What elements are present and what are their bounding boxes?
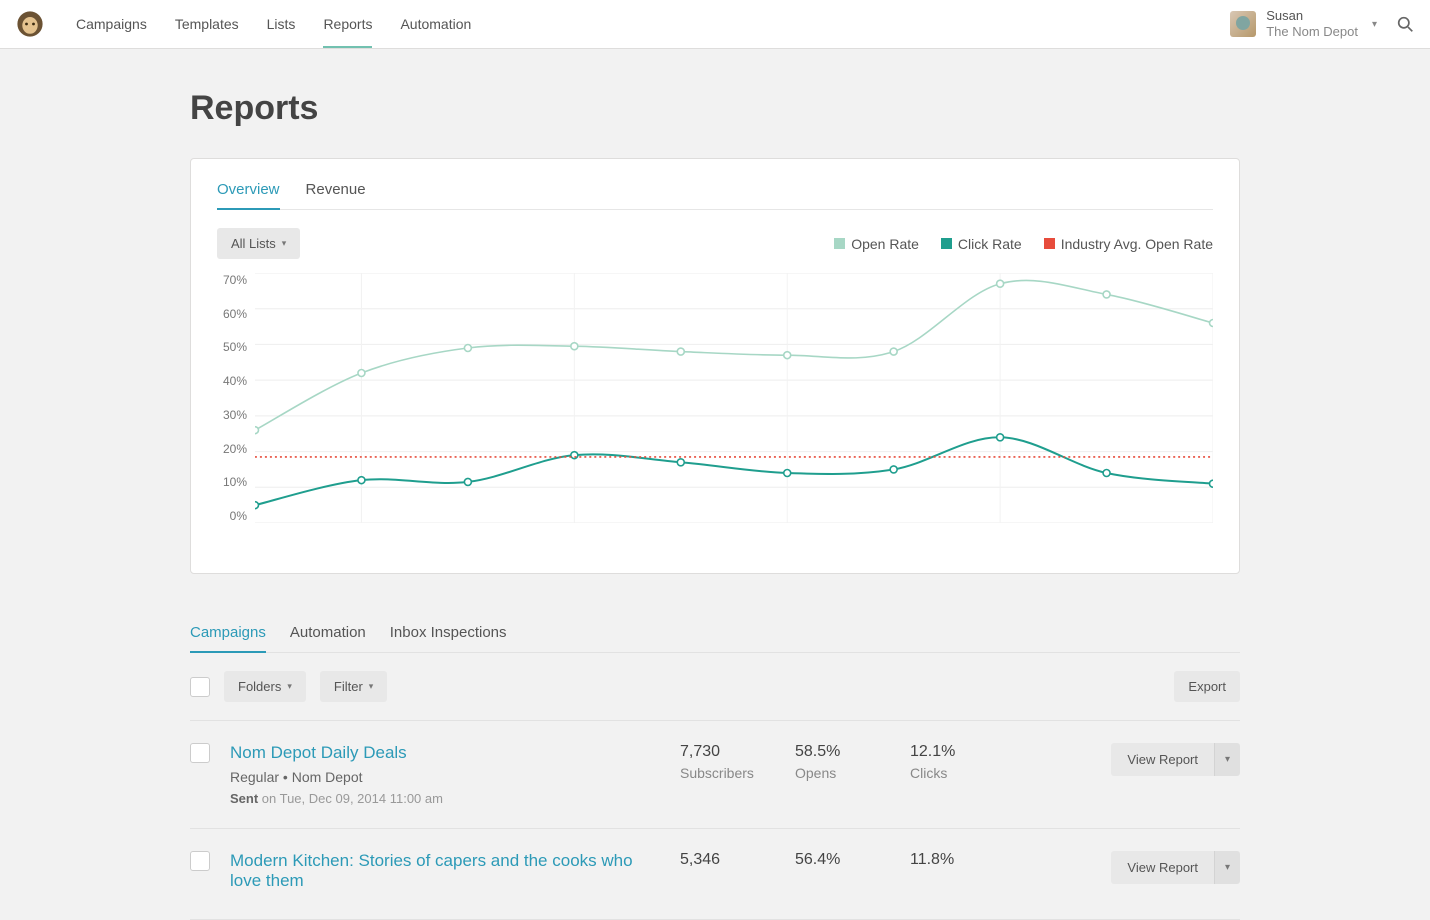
stat: 58.5% Opens <box>795 743 890 781</box>
ytick: 10% <box>217 475 247 489</box>
nav-reports[interactable]: Reports <box>323 0 372 48</box>
chart-legend: Open Rate Click Rate Industry Avg. Open … <box>834 236 1213 252</box>
stat-label: Opens <box>795 765 890 781</box>
user-text: Susan The Nom Depot <box>1266 8 1358 39</box>
user-menu[interactable]: Susan The Nom Depot ▾ <box>1230 8 1377 39</box>
stat: 56.4% <box>795 851 890 869</box>
export-button[interactable]: Export <box>1174 671 1240 702</box>
legend-label: Click Rate <box>958 236 1022 252</box>
chart-svg <box>255 273 1213 523</box>
report-list-tabs: Campaigns Automation Inbox Inspections <box>190 624 1240 653</box>
search-icon[interactable] <box>1397 16 1414 33</box>
lists-dropdown-label: All Lists <box>231 236 276 251</box>
nav-campaigns[interactable]: Campaigns <box>76 0 147 48</box>
tab-inbox-inspections[interactable]: Inbox Inspections <box>390 624 507 652</box>
swatch-icon <box>941 238 952 249</box>
ytick: 60% <box>217 307 247 321</box>
tab-revenue[interactable]: Revenue <box>306 181 366 209</box>
topbar: Campaigns Templates Lists Reports Automa… <box>0 0 1430 49</box>
tab-overview[interactable]: Overview <box>217 181 280 210</box>
chevron-down-icon: ▾ <box>287 681 292 692</box>
legend-open-rate: Open Rate <box>834 236 919 252</box>
stat-label: Clicks <box>910 765 1005 781</box>
ytick: 30% <box>217 408 247 422</box>
chevron-down-icon: ▾ <box>1372 19 1377 30</box>
nav-templates[interactable]: Templates <box>175 0 239 48</box>
list-toolbar: Folders ▾ Filter ▾ Export <box>190 653 1240 721</box>
stat: 5,346 <box>680 851 775 869</box>
overview-card: Overview Revenue All Lists ▾ Open Rate C… <box>190 158 1240 574</box>
row-action-dropdown[interactable]: ▾ <box>1214 743 1240 776</box>
row-sent: Sent on Tue, Dec 09, 2014 11:00 am <box>230 791 660 806</box>
ytick: 20% <box>217 442 247 456</box>
folders-label: Folders <box>238 679 281 694</box>
card-tabs: Overview Revenue <box>217 181 1213 210</box>
avatar <box>1230 11 1256 37</box>
filter-label: Filter <box>334 679 363 694</box>
select-all-checkbox[interactable] <box>190 677 210 697</box>
ytick: 50% <box>217 340 247 354</box>
row-title-link[interactable]: Modern Kitchen: Stories of capers and th… <box>230 851 660 891</box>
legend-click-rate: Click Rate <box>941 236 1022 252</box>
nav-lists[interactable]: Lists <box>267 0 296 48</box>
swatch-icon <box>1044 238 1055 249</box>
user-company: The Nom Depot <box>1266 24 1358 40</box>
stat: 12.1% Clicks <box>910 743 1005 781</box>
y-axis-labels: 70% 60% 50% 40% 30% 20% 10% 0% <box>217 273 247 523</box>
ytick: 0% <box>217 509 247 523</box>
row-action: View Report ▾ <box>1111 851 1240 884</box>
legend-label: Open Rate <box>851 236 919 252</box>
row-checkbox[interactable] <box>190 743 210 763</box>
stat-value: 56.4% <box>795 851 890 869</box>
stat-value: 58.5% <box>795 743 890 761</box>
main-nav: Campaigns Templates Lists Reports Automa… <box>76 0 1230 48</box>
chevron-down-icon: ▾ <box>282 238 287 249</box>
legend-industry-avg: Industry Avg. Open Rate <box>1044 236 1213 252</box>
report-row: Nom Depot Daily Deals Regular • Nom Depo… <box>190 721 1240 829</box>
stat-value: 12.1% <box>910 743 1005 761</box>
row-title-link[interactable]: Nom Depot Daily Deals <box>230 743 660 763</box>
ytick: 70% <box>217 273 247 287</box>
lists-dropdown[interactable]: All Lists ▾ <box>217 228 300 259</box>
view-report-button[interactable]: View Report <box>1111 851 1214 884</box>
chevron-down-icon: ▾ <box>369 681 374 692</box>
stat: 7,730 Subscribers <box>680 743 775 781</box>
stat-label: Subscribers <box>680 765 775 781</box>
tab-automation[interactable]: Automation <box>290 624 366 652</box>
legend-label: Industry Avg. Open Rate <box>1061 236 1213 252</box>
stat: 11.8% <box>910 851 1005 869</box>
tab-campaigns[interactable]: Campaigns <box>190 624 266 653</box>
stat-value: 7,730 <box>680 743 775 761</box>
page-title: Reports <box>190 89 1240 128</box>
report-row: Modern Kitchen: Stories of capers and th… <box>190 829 1240 920</box>
folders-dropdown[interactable]: Folders ▾ <box>224 671 306 702</box>
stat-value: 5,346 <box>680 851 775 869</box>
row-action-dropdown[interactable]: ▾ <box>1214 851 1240 884</box>
view-report-button[interactable]: View Report <box>1111 743 1214 776</box>
brand-logo[interactable] <box>16 10 44 38</box>
nav-automation[interactable]: Automation <box>400 0 471 48</box>
filter-dropdown[interactable]: Filter ▾ <box>320 671 387 702</box>
chart: 70% 60% 50% 40% 30% 20% 10% 0% <box>217 273 1213 533</box>
swatch-icon <box>834 238 845 249</box>
report-rows: Nom Depot Daily Deals Regular • Nom Depo… <box>190 721 1240 920</box>
ytick: 40% <box>217 374 247 388</box>
row-action: View Report ▾ <box>1111 743 1240 776</box>
row-checkbox[interactable] <box>190 851 210 871</box>
row-subtitle: Regular • Nom Depot <box>230 769 660 785</box>
user-name: Susan <box>1266 8 1358 24</box>
stat-value: 11.8% <box>910 851 1005 869</box>
